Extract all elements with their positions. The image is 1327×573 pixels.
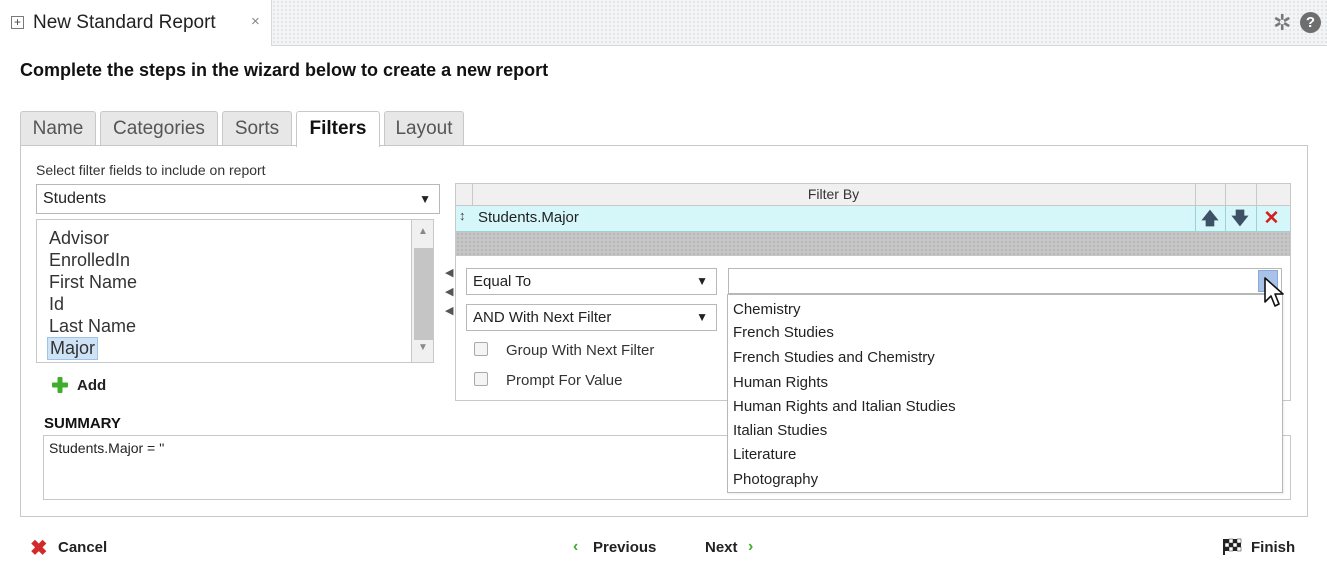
scroll-down-icon[interactable]: ▼ <box>418 342 428 353</box>
field-item-major[interactable]: Major <box>47 337 99 360</box>
group-with-next-label[interactable]: Group With Next Filter <box>506 342 654 359</box>
move-down-icon[interactable]: 🡇 <box>1225 206 1255 232</box>
field-item-enrolledin[interactable]: EnrolledIn <box>49 250 130 271</box>
help-icon[interactable]: ? <box>1300 12 1321 33</box>
close-tab-icon[interactable]: × <box>251 13 260 30</box>
delete-icon[interactable]: ✕ <box>1256 206 1287 232</box>
drag-handle-icon[interactable]: ↕ <box>459 208 466 223</box>
cancel-button[interactable]: Cancel <box>58 539 107 556</box>
grid-divider <box>1225 184 1226 206</box>
finish-button[interactable]: Finish <box>1251 539 1295 556</box>
summary-text: Students.Major = '' <box>49 440 165 456</box>
mouse-pointer-icon <box>1264 277 1284 307</box>
prompt-for-value-label[interactable]: Prompt For Value <box>506 372 622 389</box>
chevron-right-icon[interactable]: › <box>748 538 753 556</box>
cancel-icon[interactable]: ✖ <box>30 536 48 561</box>
field-picker-label: Select filter fields to include on repor… <box>36 162 266 178</box>
next-button[interactable]: Next <box>705 539 738 556</box>
option-italian-studies[interactable]: Italian Studies <box>733 422 827 439</box>
tab-name[interactable]: Name <box>20 111 96 146</box>
group-with-next-checkbox[interactable] <box>474 342 488 356</box>
grid-splitter <box>456 232 1290 256</box>
finish-flag-icon[interactable] <box>1222 538 1242 556</box>
filter-row[interactable] <box>456 206 1290 232</box>
scroll-up-icon[interactable]: ▲ <box>418 226 428 237</box>
scrollbar-thumb[interactable] <box>414 248 433 340</box>
option-chemistry[interactable]: Chemistry <box>733 301 801 318</box>
tab-categories[interactable]: Categories <box>100 111 218 146</box>
tab-layout[interactable]: Layout <box>384 111 464 146</box>
option-french-studies[interactable]: French Studies <box>733 324 834 341</box>
add-button[interactable]: Add <box>77 377 106 394</box>
filter-row-field: Students.Major <box>478 209 579 226</box>
chevron-down-icon: ▼ <box>696 274 708 288</box>
option-french-studies-and-chemistry[interactable]: French Studies and Chemistry <box>733 349 935 366</box>
option-human-rights[interactable]: Human Rights <box>733 374 828 391</box>
prompt-for-value-checkbox[interactable] <box>474 372 488 386</box>
filter-by-header: Filter By <box>807 186 860 202</box>
operator-select-value: Equal To <box>473 273 532 290</box>
move-left-icon[interactable]: ◀ <box>445 266 453 279</box>
page-title: Complete the steps in the wizard below t… <box>20 60 549 80</box>
option-human-rights-and-italian-studies[interactable]: Human Rights and Italian Studies <box>733 398 956 415</box>
field-list[interactable]: Advisor EnrolledIn First Name Id Last Na… <box>36 219 412 363</box>
field-item-first-name[interactable]: First Name <box>49 272 137 293</box>
add-icon[interactable] <box>52 377 68 393</box>
conjunction-select[interactable]: AND With Next Filter ▼ <box>466 304 717 331</box>
field-item-id[interactable]: Id <box>49 294 64 315</box>
move-left-icon[interactable]: ◀ <box>445 304 453 317</box>
chevron-down-icon: ▼ <box>419 192 431 206</box>
grid-divider <box>1195 184 1196 206</box>
grid-divider <box>1256 184 1257 206</box>
operator-select[interactable]: Equal To ▼ <box>466 268 717 295</box>
expand-icon[interactable]: + <box>11 16 24 29</box>
option-photography[interactable]: Photography <box>733 471 818 488</box>
summary-label: SUMMARY <box>44 415 121 432</box>
value-input[interactable] <box>728 268 1282 294</box>
field-item-advisor[interactable]: Advisor <box>49 228 109 249</box>
tools-icon[interactable]: ✲ <box>1273 10 1291 36</box>
source-select-value: Students <box>43 190 107 207</box>
move-left-icon[interactable]: ◀ <box>445 285 453 298</box>
previous-button[interactable]: Previous <box>593 539 656 556</box>
document-title: New Standard Report <box>33 12 216 33</box>
tab-sorts[interactable]: Sorts <box>222 111 292 146</box>
value-dropdown-list[interactable]: Chemistry French Studies French Studies … <box>727 294 1283 493</box>
conjunction-select-value: AND With Next Filter <box>473 309 612 326</box>
chevron-left-icon[interactable]: ‹ <box>573 538 578 556</box>
field-item-last-name[interactable]: Last Name <box>49 316 136 337</box>
option-literature[interactable]: Literature <box>733 446 796 463</box>
move-up-icon[interactable]: 🡅 <box>1195 206 1225 232</box>
chevron-down-icon: ▼ <box>696 310 708 324</box>
source-select[interactable]: Students ▼ <box>36 184 440 214</box>
tab-filters[interactable]: Filters <box>296 111 380 147</box>
